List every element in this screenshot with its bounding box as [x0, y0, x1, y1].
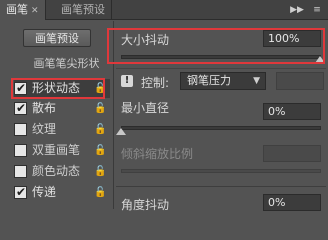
lock-icon[interactable]: 🔓	[94, 141, 106, 160]
list-item-scattering[interactable]: ✔ 散布 🔓	[14, 99, 110, 118]
lock-icon[interactable]: 🔓	[94, 120, 106, 139]
dual-brush-label: 双重画笔	[32, 143, 81, 157]
divider	[116, 186, 326, 187]
list-item-transfer[interactable]: ✔ 传递 🔓	[14, 183, 110, 202]
dual-brush-checkbox[interactable]	[14, 144, 27, 157]
menu-icon[interactable]: ≡	[308, 0, 326, 20]
lock-icon[interactable]: 🔓	[94, 162, 106, 181]
tab-brush[interactable]: 画笔 ✕	[0, 0, 46, 20]
lock-icon[interactable]: 🔓	[94, 183, 106, 202]
list-item-dual-brush[interactable]: 双重画笔 🔓	[14, 141, 110, 160]
tilt-scale-input	[263, 145, 321, 162]
transfer-label: 传递	[32, 185, 57, 199]
warning-icon: !	[121, 75, 133, 87]
transfer-checkbox[interactable]: ✔	[14, 185, 27, 199]
selection-highlight	[11, 78, 105, 99]
control-label: 控制:	[141, 76, 170, 90]
control-extra-field	[276, 72, 324, 90]
scattering-label: 散布	[32, 101, 57, 115]
color-dynamics-label: 颜色动态	[32, 164, 81, 178]
color-dynamics-checkbox[interactable]	[14, 165, 27, 178]
divider	[116, 68, 326, 69]
double-arrow-icon[interactable]: ▶▶	[288, 0, 306, 20]
brush-presets-button[interactable]: 画笔预设	[23, 29, 91, 47]
brush-settings-list: 画笔预设 画笔笔尖形状 ✔ 形状动态 🔓 ✔ 散布 🔓 纹理 🔓 双重画笔 🔓 …	[0, 21, 113, 209]
tab-brush-presets[interactable]: 画笔预设	[55, 0, 112, 20]
chevron-down-icon: ▼	[253, 76, 260, 86]
lock-icon[interactable]: 🔓	[94, 99, 106, 118]
panel-tab-bar: 画笔 ✕ 画笔预设 ▶▶ ≡	[0, 0, 328, 20]
min-diameter-slider[interactable]	[121, 126, 321, 130]
tab-brush-presets-label: 画笔预设	[61, 3, 105, 16]
list-item-color-dynamics[interactable]: 颜色动态 🔓	[14, 162, 110, 181]
min-diameter-thumb[interactable]	[116, 128, 126, 135]
texture-checkbox[interactable]	[14, 123, 27, 136]
size-jitter-highlight	[107, 28, 325, 64]
texture-label: 纹理	[32, 122, 57, 136]
control-select[interactable]: 钢笔压力 ▼	[180, 72, 266, 90]
min-diameter-label: 最小直径	[121, 101, 170, 115]
checkmark-icon: ✔	[16, 185, 27, 199]
control-select-value: 钢笔压力	[187, 74, 231, 87]
tab-brush-label: 画笔	[6, 3, 28, 16]
brush-tip-shape-item[interactable]: 画笔笔尖形状	[20, 55, 113, 71]
angle-jitter-input[interactable]: 0%	[263, 194, 321, 211]
close-icon[interactable]: ✕	[31, 6, 39, 16]
checkmark-icon: ✔	[16, 101, 27, 115]
scattering-checkbox[interactable]: ✔	[14, 101, 27, 115]
min-diameter-input[interactable]: 0%	[263, 103, 321, 120]
tilt-scale-label: 倾斜缩放比例	[121, 147, 194, 161]
tilt-scale-slider	[121, 169, 321, 173]
list-item-texture[interactable]: 纹理 🔓	[14, 120, 110, 139]
angle-jitter-label: 角度抖动	[121, 198, 170, 212]
